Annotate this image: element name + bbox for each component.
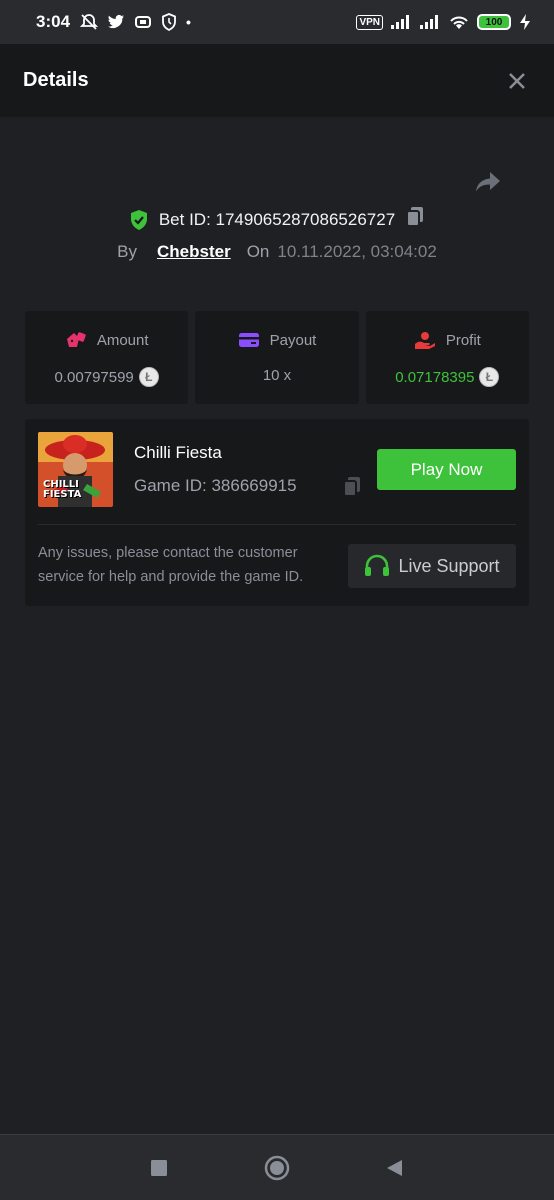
- muted-bell-icon: [80, 14, 99, 30]
- stats-row: Amount 0.00797599 Ł Payout 10 x Profit 0…: [25, 311, 529, 404]
- details-header: Details: [0, 44, 554, 117]
- verified-shield-icon: [130, 209, 147, 230]
- signal-2-icon: [420, 15, 438, 29]
- twitter-icon: [108, 14, 125, 29]
- close-icon: [509, 72, 525, 89]
- bet-datetime: 10.11.2022, 03:04:02: [277, 242, 437, 261]
- status-bar: 3:04 • VPN 100: [0, 0, 554, 44]
- stat-label: Amount: [96, 331, 149, 349]
- game-card: CHILLI FIESTA Chilli Fiesta Game ID: 386…: [25, 419, 529, 606]
- shield-clock-icon: [162, 13, 176, 31]
- stat-value: 0.00797599: [54, 368, 134, 386]
- share-icon: [476, 172, 500, 192]
- status-time: 3:04: [36, 12, 71, 31]
- bet-id: Bet ID: 1749065287086526727: [158, 209, 396, 229]
- profit-hand-icon: [414, 332, 435, 349]
- live-support-label: Live Support: [398, 555, 500, 576]
- signal-icon: [391, 15, 409, 29]
- recents-button[interactable]: [145, 1154, 173, 1182]
- battery-indicator: 100: [477, 14, 511, 30]
- charging-icon: [520, 14, 530, 30]
- stat-label: Profit: [445, 331, 481, 349]
- bet-meta-row: By Chebster On 10.11.2022, 03:04:02: [0, 242, 554, 262]
- share-button[interactable]: [472, 166, 504, 198]
- back-triangle-icon: [387, 1159, 402, 1176]
- system-nav-bar: [0, 1134, 554, 1200]
- stat-amount: Amount 0.00797599 Ł: [25, 311, 189, 404]
- game-name: Chilli Fiesta: [134, 443, 222, 462]
- copy-bet-id-button[interactable]: [405, 206, 425, 233]
- stat-profit: Profit 0.07178395 Ł: [365, 311, 529, 404]
- close-button[interactable]: [503, 67, 531, 95]
- on-label: On: [246, 242, 270, 261]
- home-button[interactable]: [263, 1154, 291, 1182]
- stat-payout: Payout 10 x: [195, 311, 359, 404]
- stat-value: 10 x: [262, 367, 292, 384]
- issues-text: Any issues, please contact the customer …: [38, 545, 304, 585]
- app-icon: [135, 16, 152, 28]
- bet-id-row: Bet ID: 1749065287086526727: [0, 206, 554, 233]
- game-thumbnail[interactable]: CHILLI FIESTA: [38, 432, 113, 507]
- dice-icon: [66, 332, 86, 347]
- game-id: Game ID: 386669915: [134, 476, 297, 495]
- stat-value: 0.07178395: [395, 368, 475, 386]
- back-button[interactable]: [381, 1154, 409, 1182]
- thumbnail-title-2: FIESTA: [43, 489, 82, 500]
- divider: [38, 524, 516, 525]
- page-title: Details: [23, 69, 89, 91]
- live-support-button[interactable]: Live Support: [348, 544, 516, 588]
- by-label: By: [117, 242, 137, 261]
- play-now-button[interactable]: Play Now: [377, 449, 516, 490]
- litecoin-icon: Ł: [138, 367, 159, 387]
- circle-icon: [264, 1155, 290, 1180]
- stat-label: Payout: [269, 331, 317, 349]
- notification-icons: •: [80, 13, 191, 31]
- wifi-icon: [450, 16, 468, 29]
- card-icon: [238, 333, 259, 347]
- username-link[interactable]: Chebster: [157, 242, 231, 262]
- vpn-badge: VPN: [356, 14, 383, 30]
- copy-icon: [343, 477, 360, 497]
- dot-icon: •: [186, 14, 191, 30]
- copy-icon: [406, 207, 424, 227]
- square-icon: [151, 1159, 167, 1176]
- copy-game-id-button[interactable]: [342, 476, 364, 498]
- headset-icon: [365, 554, 390, 576]
- litecoin-icon: Ł: [479, 367, 500, 387]
